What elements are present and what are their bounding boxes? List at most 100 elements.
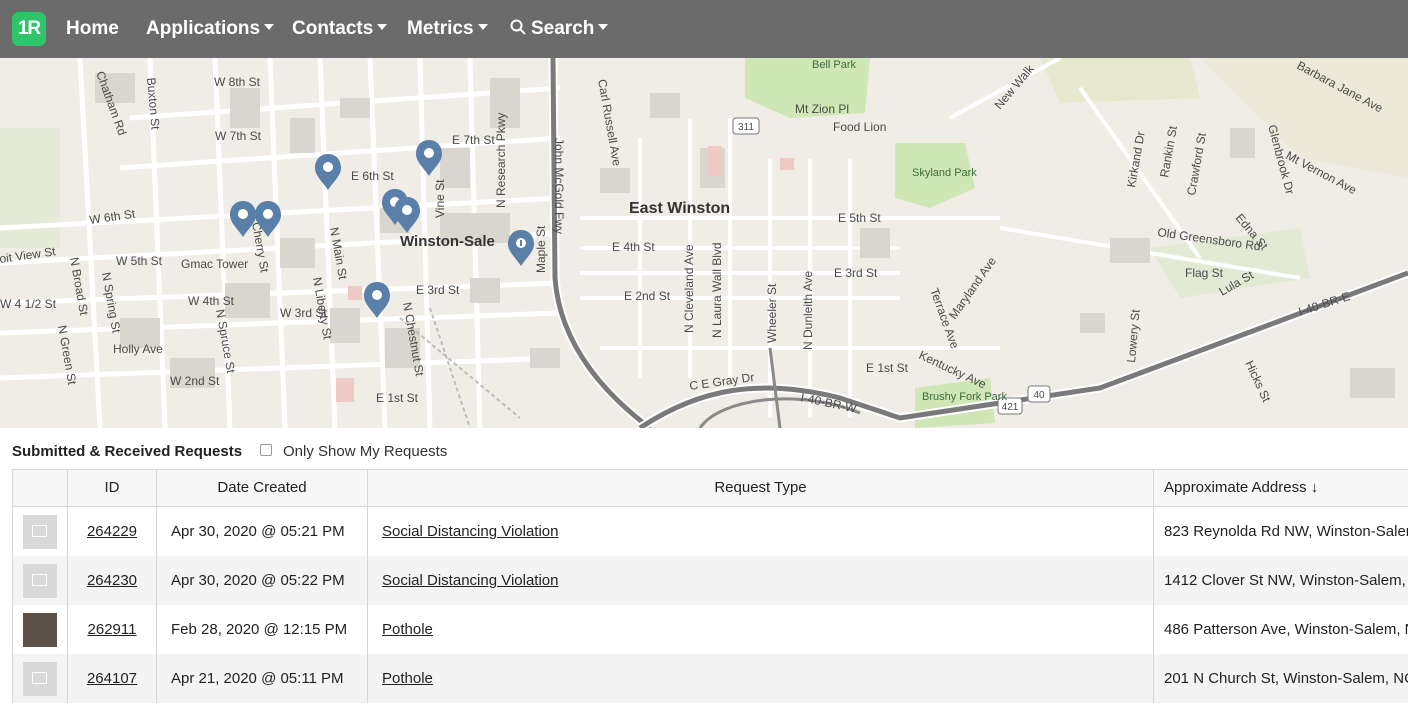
app-logo[interactable]: 1R — [12, 12, 46, 46]
map-pin[interactable] — [508, 230, 534, 266]
map-label-e6th: E 6th St — [351, 169, 394, 183]
request-id-link[interactable]: 262911 — [88, 621, 137, 638]
header-id[interactable]: ID — [67, 470, 156, 506]
map-shield-311: 311 — [732, 117, 760, 135]
map-label-crawford: Crawford St — [1184, 131, 1209, 196]
placeholder-image-icon[interactable] — [23, 662, 57, 696]
header-request-type[interactable]: Request Type — [367, 470, 1153, 506]
table-row[interactable]: 264229 Apr 30, 2020 @ 05:21 PM Social Di… — [12, 507, 1408, 556]
map-shield-40: 40 — [1027, 385, 1051, 403]
only-my-requests-checkbox[interactable] — [260, 444, 272, 456]
row-date-cell: Feb 28, 2020 @ 12:15 PM — [156, 605, 367, 654]
chevron-down-icon — [377, 23, 388, 30]
row-id-cell: 264107 — [67, 654, 156, 703]
row-date-cell: Apr 21, 2020 @ 05:11 PM — [156, 654, 367, 703]
chevron-down-icon — [264, 23, 275, 30]
map-label-vine: Vine St — [433, 179, 447, 218]
map-label-n-dunleith: N Dunleith Ave — [801, 271, 815, 350]
table-row[interactable]: 262911 Feb 28, 2020 @ 12:15 PM Pothole 4… — [12, 605, 1408, 654]
map-label-i40bre: I-40-BR-E — [1297, 289, 1352, 319]
map-pin[interactable] — [315, 154, 341, 190]
request-type-link[interactable]: Pothole — [382, 621, 433, 638]
svg-text:421: 421 — [1002, 402, 1019, 413]
map-label-e2nd: E 2nd St — [624, 289, 671, 303]
placeholder-image-icon[interactable] — [23, 564, 57, 598]
map-label-n-spring: N Spring St — [99, 271, 124, 335]
map-railroad — [429, 307, 471, 428]
row-date-cell: Apr 30, 2020 @ 05:22 PM — [156, 556, 367, 605]
map-label-buxton: Buxton St — [144, 77, 163, 131]
photo-thumbnail[interactable] — [23, 613, 57, 647]
table-row[interactable]: 264230 Apr 30, 2020 @ 05:22 PM Social Di… — [12, 556, 1408, 605]
map-label-maple: Maple St — [534, 225, 548, 273]
map-label-gmac: Gmac Tower — [181, 257, 248, 271]
map-pin[interactable] — [416, 140, 442, 176]
row-thumbnail-cell — [12, 605, 67, 654]
map-label-w5th: W 5th St — [116, 254, 163, 268]
map-label-w2nd: W 2nd St — [170, 374, 220, 388]
nav-home[interactable]: Home — [66, 0, 119, 58]
nav-search-label: Search — [531, 18, 595, 39]
map-label-e3rd-down: E 3rd St — [416, 283, 460, 297]
row-id-cell: 262911 — [67, 605, 156, 654]
map-label-new-walk: New Walk — [992, 61, 1038, 112]
request-id-link[interactable]: 264230 — [87, 572, 137, 589]
map-label-e1st-down: E 1st St — [376, 391, 419, 405]
map-label-carl-russell: Carl Russell Ave — [595, 78, 624, 167]
map-label-east-winston: East Winston — [629, 200, 730, 217]
row-thumbnail-cell — [12, 556, 67, 605]
row-address-cell: 201 N Church St, Winston-Salem, NC — [1153, 654, 1408, 703]
map-label-n-laura-wall: N Laura Wall Blvd — [710, 242, 724, 338]
row-id-cell: 264229 — [67, 507, 156, 556]
row-type-cell: Pothole — [367, 654, 1153, 703]
only-my-requests-label[interactable]: Only Show My Requests — [283, 443, 447, 461]
top-nav-bar: 1R Home Applications Contacts Metrics Se… — [0, 0, 1408, 58]
map-label-e1st-east: E 1st St — [866, 361, 909, 375]
row-thumbnail-cell — [12, 507, 67, 556]
map-green-area — [1040, 58, 1200, 103]
request-type-link[interactable]: Social Distancing Violation — [382, 572, 559, 589]
header-approximate-address[interactable]: Approximate Address ↓ — [1153, 470, 1408, 506]
row-id-cell: 264230 — [67, 556, 156, 605]
nav-search[interactable]: Search — [510, 0, 609, 58]
map-label-rankin: Rankin St — [1157, 124, 1180, 178]
map-pin[interactable] — [364, 282, 390, 318]
map-label-bell: Bell Park — [812, 59, 857, 71]
nav-applications-label: Applications — [146, 18, 261, 39]
request-type-link[interactable]: Pothole — [382, 670, 433, 687]
map-label-food-lion: Food Lion — [833, 120, 886, 134]
map-label-e4th: E 4th St — [612, 240, 655, 254]
requests-section-title: Submitted & Received Requests — [12, 443, 243, 460]
map-canvas[interactable]: 311 421 40 East Winston Winston-Sale Gma… — [0, 58, 1408, 428]
row-thumbnail-cell — [12, 654, 67, 703]
map-label-lowery: Lowery St — [1124, 308, 1143, 363]
placeholder-image-icon[interactable] — [23, 515, 57, 549]
map-label-n-broad: N Broad St — [67, 256, 91, 317]
requests-map[interactable]: 311 421 40 East Winston Winston-Sale Gma… — [0, 58, 1408, 428]
nav-contacts-label: Contacts — [292, 18, 374, 39]
row-type-cell: Social Distancing Violation — [367, 507, 1153, 556]
map-label-john-mcgold: John McGold Fwy — [552, 138, 566, 234]
nav-home-label: Home — [66, 18, 119, 39]
svg-text:40: 40 — [1033, 390, 1045, 401]
row-type-cell: Social Distancing Violation — [367, 556, 1153, 605]
nav-metrics[interactable]: Metrics — [407, 0, 488, 58]
nav-contacts[interactable]: Contacts — [292, 0, 388, 58]
chevron-down-icon — [598, 23, 609, 30]
table-row[interactable]: 264107 Apr 21, 2020 @ 05:11 PM Pothole 2… — [12, 654, 1408, 703]
request-id-link[interactable]: 264229 — [87, 523, 137, 540]
map-label-e5th: E 5th St — [838, 211, 881, 225]
nav-applications[interactable]: Applications — [146, 0, 275, 58]
request-type-link[interactable]: Social Distancing Violation — [382, 523, 559, 540]
requests-table: ID Date Created Request Type Approximate… — [12, 469, 1408, 703]
nav-metrics-label: Metrics — [407, 18, 474, 39]
chevron-down-icon — [477, 23, 488, 30]
map-label-n-spruce: N Spruce St — [213, 308, 238, 375]
header-date-created[interactable]: Date Created — [156, 470, 367, 506]
map-label-skyland: Skyland Park — [912, 167, 977, 179]
table-header-row: ID Date Created Request Type Approximate… — [12, 469, 1408, 507]
request-id-link[interactable]: 264107 — [87, 670, 137, 687]
map-label-w412: W 4 1/2 St — [0, 297, 57, 311]
map-label-e3rd-east: E 3rd St — [834, 266, 878, 280]
row-date-cell: Apr 30, 2020 @ 05:21 PM — [156, 507, 367, 556]
